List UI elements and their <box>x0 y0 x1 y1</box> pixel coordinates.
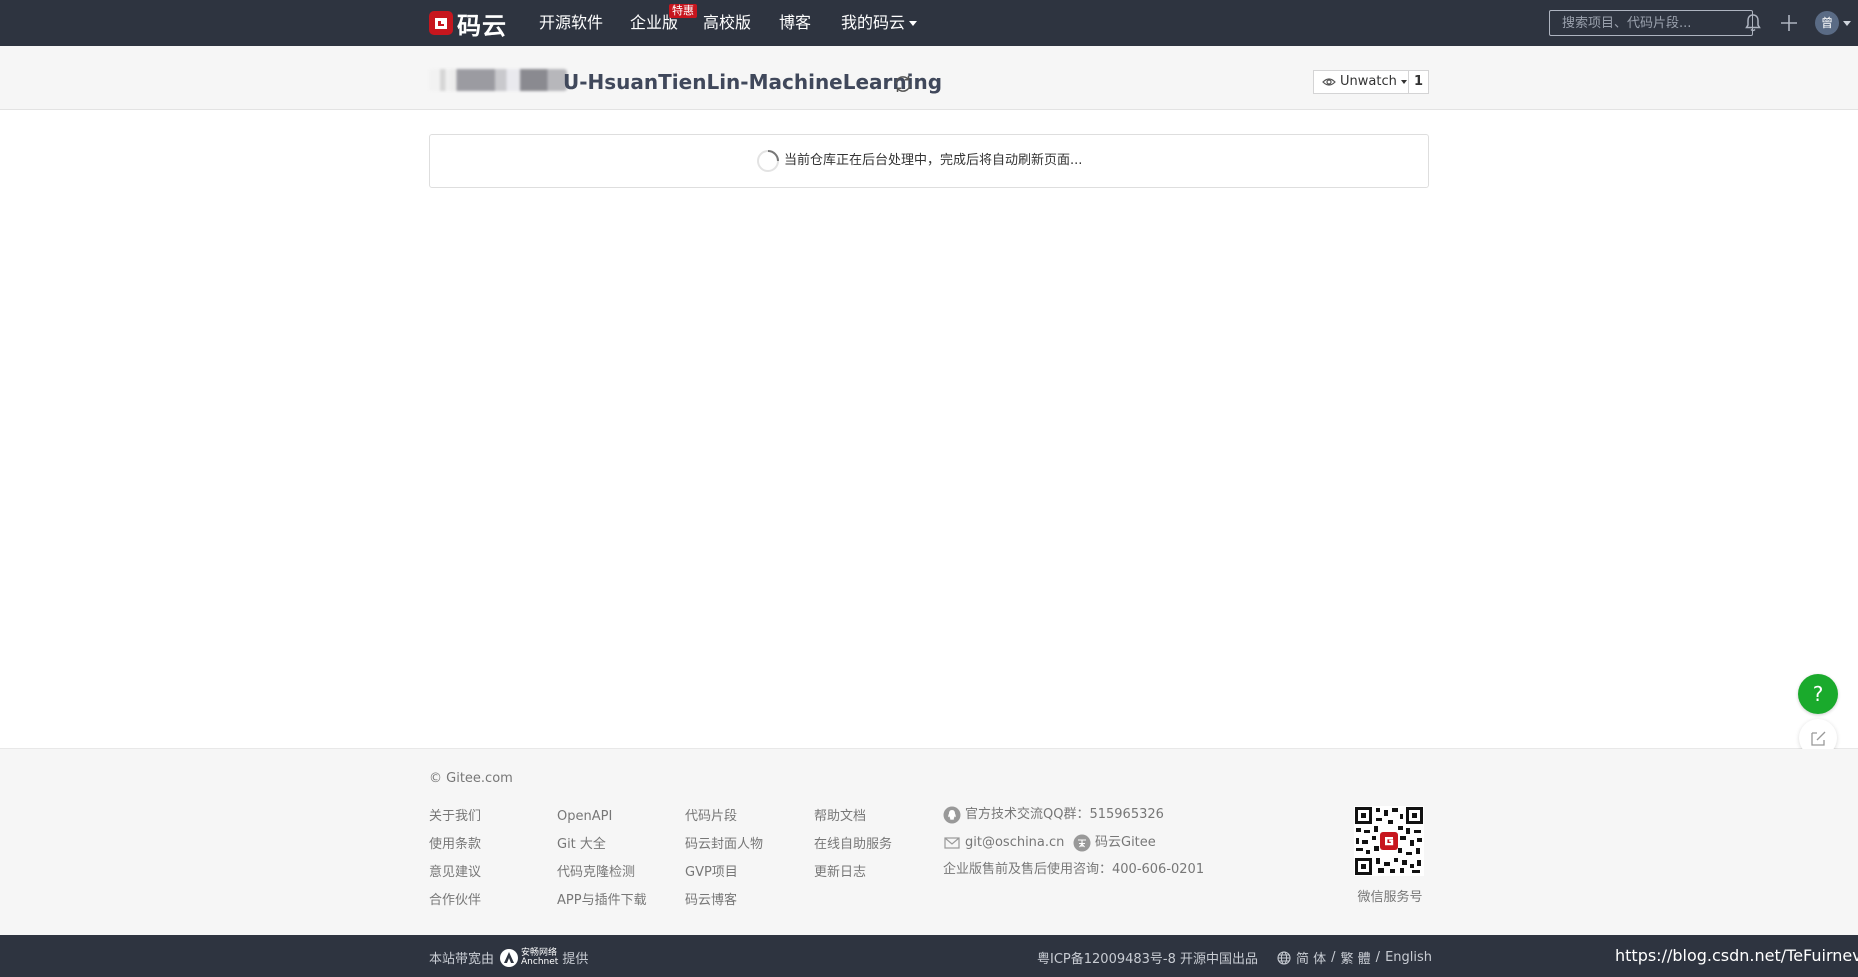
footer-link[interactable]: 在线自助服务 <box>814 837 892 853</box>
gitee-logo-icon <box>429 11 453 35</box>
footer-link[interactable]: OpenAPI <box>557 809 612 825</box>
host-suffix: 提供 <box>562 952 589 967</box>
footer: © Gitee.com 关于我们 使用条款 意见建议 合作伙伴 OpenAPI … <box>0 749 1858 935</box>
footer-link[interactable]: 帮助文档 <box>814 809 866 825</box>
search-input[interactable] <box>1549 10 1753 36</box>
anchnet-text: 安畅网络 Anchnet <box>521 948 559 967</box>
footer-link[interactable]: 码云封面人物 <box>685 837 763 853</box>
main-content: 当前仓库正在后台处理中，完成后将自动刷新页面... <box>0 110 1858 749</box>
footer-link[interactable]: GVP项目 <box>685 865 738 881</box>
promo-badge: 特惠 <box>669 4 697 18</box>
loading-spinner-icon <box>757 150 779 172</box>
navbar-container: 码云 开源软件 企业版 特惠 高校版 博客 我的码云 曾 <box>429 0 1851 46</box>
gitee-logo[interactable]: 码云 <box>429 8 507 40</box>
footer-link[interactable]: 合作伙伴 <box>429 893 481 909</box>
processing-message-box: 当前仓库正在后台处理中，完成后将自动刷新页面... <box>429 134 1429 188</box>
footer-link[interactable]: Git 大全 <box>557 837 606 853</box>
footer-link[interactable]: 代码片段 <box>685 809 737 825</box>
lang-english[interactable]: English <box>1385 950 1432 965</box>
lang-separator: / <box>1331 950 1336 965</box>
host-prefix: 本站带宽由 <box>429 952 495 967</box>
language-switcher: 简 体 / 繁 體 / English <box>1277 948 1432 967</box>
footer-link[interactable]: 使用条款 <box>429 837 481 853</box>
icp-license[interactable]: 粤ICP备12009483号-8 开源中国出品 <box>1037 948 1258 967</box>
bell-icon[interactable] <box>1742 12 1764 34</box>
qq-group-info: 官方技术交流QQ群：515965326 <box>943 806 1164 824</box>
caret-down-icon <box>1400 79 1407 84</box>
footer-link[interactable]: 关于我们 <box>429 809 481 825</box>
footer-link[interactable]: APP与插件下载 <box>557 893 647 909</box>
project-title[interactable]: U-HsuanTienLin-MachineLearning <box>563 70 942 94</box>
footer-link[interactable]: 更新日志 <box>814 865 866 881</box>
redacted-owner-name <box>429 69 567 91</box>
consult-text: 企业版售前及售后使用咨询：400-606-0201 <box>943 862 1205 877</box>
mail-icon <box>944 837 960 849</box>
top-navbar: 码云 开源软件 企业版 特惠 高校版 博客 我的码云 曾 <box>0 0 1858 46</box>
eye-icon <box>1322 77 1336 86</box>
email-info[interactable]: git@oschina.cn <box>943 834 1064 852</box>
qq-icon <box>943 806 961 824</box>
copyright: © Gitee.com <box>429 771 513 786</box>
bottom-bar: 本站带宽由 安畅网络 Anchnet 提供 粤ICP备12009483号-8 开… <box>0 935 1858 977</box>
sync-icon[interactable] <box>892 73 914 95</box>
footer-link[interactable]: 意见建议 <box>429 865 481 881</box>
zhihu-text[interactable]: 码云Gitee <box>1095 835 1156 851</box>
qq-group-text: 官方技术交流QQ群：515965326 <box>965 807 1164 822</box>
watermark-url: https://blog.csdn.net/TeFuirnever <box>1615 946 1858 965</box>
footer-link[interactable]: 代码克隆检测 <box>557 865 635 881</box>
unwatch-label: Unwatch <box>1340 74 1397 89</box>
lang-traditional[interactable]: 繁 體 <box>1341 948 1371 967</box>
nav-item-university[interactable]: 高校版 <box>703 13 751 33</box>
watch-count[interactable]: 1 <box>1409 70 1429 94</box>
anchnet-en: Anchnet <box>521 956 559 967</box>
project-header: U-HsuanTienLin-MachineLearning Unwatch 1 <box>0 46 1858 110</box>
consult-info: 企业版售前及售后使用咨询：400-606-0201 <box>943 862 1204 878</box>
zhihu-info[interactable]: 码云Gitee <box>1073 834 1156 852</box>
lang-separator: / <box>1375 950 1381 965</box>
nav-item-open-source[interactable]: 开源软件 <box>539 13 603 33</box>
logo-text: 码云 <box>457 11 507 40</box>
email-text[interactable]: git@oschina.cn <box>965 835 1064 851</box>
help-button[interactable]: ? <box>1798 674 1838 714</box>
footer-link[interactable]: 码云博客 <box>685 893 737 909</box>
bandwidth-provider: 本站带宽由 安畅网络 Anchnet 提供 <box>429 948 588 967</box>
nav-item-my-gitee-label: 我的码云 <box>841 13 906 32</box>
chevron-down-icon <box>909 21 918 26</box>
anchnet-logo-icon <box>500 948 519 967</box>
anchnet-logo[interactable]: 安畅网络 Anchnet <box>500 948 559 967</box>
wechat-qr-code <box>1354 806 1424 876</box>
processing-message: 当前仓库正在后台处理中，完成后将自动刷新页面... <box>784 153 1083 168</box>
lang-simplified[interactable]: 简 体 <box>1296 948 1326 967</box>
nav-item-my-gitee[interactable]: 我的码云 <box>841 13 918 33</box>
unwatch-button[interactable]: Unwatch <box>1313 70 1409 94</box>
avatar[interactable]: 曾 <box>1815 11 1839 35</box>
nav-item-blog[interactable]: 博客 <box>779 13 811 33</box>
avatar-chevron-down-icon[interactable] <box>1843 21 1851 26</box>
plus-icon[interactable] <box>1778 12 1800 34</box>
globe-icon <box>1277 950 1291 965</box>
qr-label: 微信服务号 <box>1357 890 1423 905</box>
zhihu-icon <box>1073 834 1091 852</box>
